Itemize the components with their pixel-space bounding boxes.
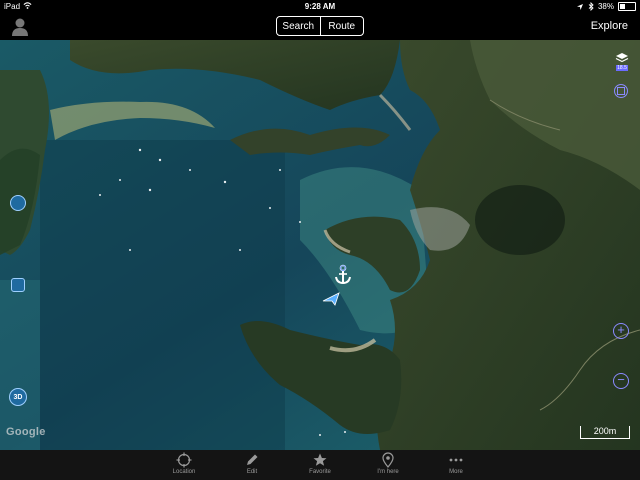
route-segment[interactable]: Route [319,17,364,35]
tab-more[interactable]: More [422,450,490,480]
anchor-marker-icon[interactable] [333,264,353,286]
tab-location-label: Location [172,469,196,475]
tab-favorite[interactable]: Favorite [286,450,354,480]
zoom-in-button[interactable]: + [613,323,629,339]
zoom-out-button[interactable]: − [613,373,629,389]
tab-edit-label: Edit [246,469,258,475]
pencil-icon [247,454,258,465]
scale-bar: 200m [580,426,630,439]
search-route-segmented-control: Search Route [276,16,364,36]
crosshair-icon [176,452,192,468]
map-attribution: Google [6,426,46,438]
nav-bar: Search Route Explore [0,14,640,40]
status-time: 9:28 AM [304,2,336,11]
explore-button[interactable]: Explore [591,20,628,32]
tab-edit[interactable]: Edit [218,450,286,480]
map-pin-icon [382,452,394,468]
location-arrow-icon [576,3,583,10]
tab-more-label: More [449,469,463,475]
tab-location[interactable]: Location [150,450,218,480]
current-location-arrow-icon [322,292,340,306]
3d-toggle-button[interactable]: 3D [9,388,27,406]
layers-button[interactable]: 18.5 [614,52,630,74]
search-segment[interactable]: Search [277,17,320,35]
battery-percent: 38% [597,2,614,11]
tab-favorite-label: Favorite [309,469,331,475]
tab-im-here[interactable]: I'm here [354,450,422,480]
layers-icon [615,53,629,63]
satellite-map[interactable]: 3D 18.5 + − Google 200m [0,40,640,450]
overlay-toggle-button[interactable] [614,84,628,98]
star-icon [313,453,327,466]
status-bar: iPad 9:28 AM 38% [0,0,640,14]
zoom-level-badge: 18.5 [616,65,628,71]
ellipsis-icon [449,458,463,462]
square-icon [617,87,625,95]
tab-im-here-label: I'm here [377,469,399,475]
bluetooth-icon [588,2,594,11]
tab-bar: Location Edit Favorite I'm here More [0,450,640,480]
satellite-imagery [0,40,640,450]
plus-icon: + [617,322,625,337]
compass-button[interactable] [10,195,26,211]
battery-icon [618,2,636,11]
map-mode-button[interactable] [11,278,25,292]
minus-icon: − [617,372,625,387]
profile-icon[interactable] [9,16,31,38]
